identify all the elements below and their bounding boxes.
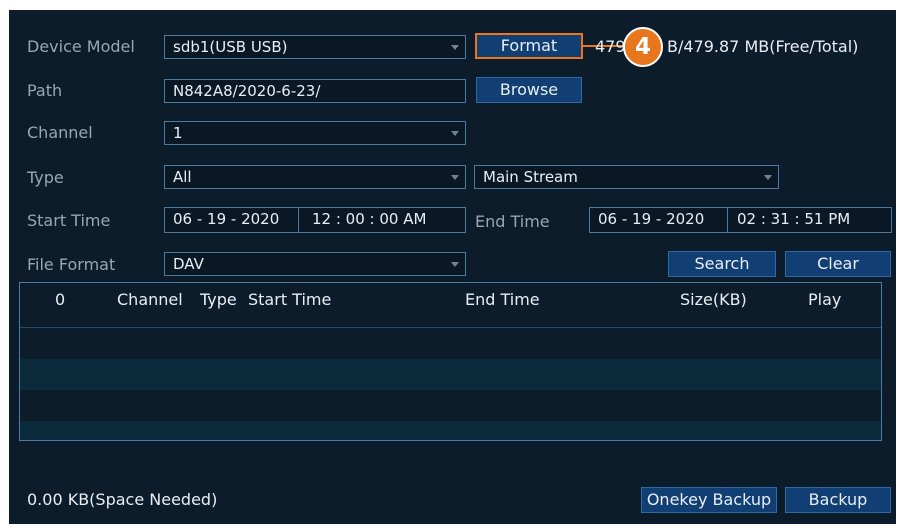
column-header-index[interactable]: 0	[55, 289, 65, 311]
channel-value: 1	[173, 124, 183, 142]
column-header-type: Type	[200, 290, 237, 309]
column-header-size: Size(KB)	[680, 290, 747, 309]
device-model-label: Device Model	[27, 37, 135, 56]
start-clock-value: 12 : 00 : 00 AM	[312, 210, 427, 228]
onekey-backup-button[interactable]: Onekey Backup	[641, 487, 777, 513]
table-row[interactable]	[20, 390, 881, 421]
format-button[interactable]: Format	[475, 33, 583, 59]
end-time-label: End Time	[475, 212, 550, 231]
chevron-down-icon	[764, 175, 772, 180]
start-time-label: Start Time	[27, 211, 111, 230]
device-model-select[interactable]: sdb1(USB USB)	[164, 35, 466, 59]
step-callout-badge: 4	[623, 27, 663, 67]
backup-button[interactable]: Backup	[785, 487, 891, 513]
stream-select[interactable]: Main Stream	[474, 165, 779, 189]
table-row[interactable]	[20, 421, 881, 440]
column-header-play: Play	[808, 290, 842, 309]
clear-button[interactable]: Clear	[785, 251, 891, 277]
field-divider	[727, 207, 728, 233]
column-header-channel: Channel	[117, 290, 183, 309]
results-table: 0 Channel Type Start Time End Time Size(…	[19, 282, 882, 441]
stream-value: Main Stream	[483, 168, 578, 186]
channel-select[interactable]: 1	[164, 121, 466, 145]
type-value: All	[173, 168, 192, 186]
file-format-select[interactable]: DAV	[164, 252, 466, 276]
device-model-value: sdb1(USB USB)	[173, 38, 288, 56]
chevron-down-icon	[451, 45, 459, 50]
table-row[interactable]	[20, 328, 881, 359]
channel-label: Channel	[27, 123, 93, 142]
search-button[interactable]: Search	[668, 251, 776, 277]
type-select[interactable]: All	[164, 165, 466, 189]
column-header-end-time: End Time	[465, 290, 540, 309]
chevron-down-icon	[451, 175, 459, 180]
file-format-label: File Format	[27, 255, 116, 274]
capacity-text: B/479.87 MB(Free/Total)	[667, 37, 859, 56]
chevron-down-icon	[451, 262, 459, 267]
table-row[interactable]	[20, 359, 881, 390]
browse-button[interactable]: Browse	[476, 77, 582, 103]
field-divider	[298, 207, 299, 233]
table-header: 0 Channel Type Start Time End Time Size(…	[20, 283, 881, 328]
end-date-value: 06 - 19 - 2020	[598, 210, 705, 228]
file-format-value: DAV	[173, 255, 204, 273]
chevron-down-icon	[451, 131, 459, 136]
end-time-input[interactable]: 06 - 19 - 2020 02 : 31 : 51 PM	[589, 207, 892, 233]
start-time-input[interactable]: 06 - 19 - 2020 12 : 00 : 00 AM	[164, 207, 466, 233]
start-date-value: 06 - 19 - 2020	[173, 210, 280, 228]
column-header-start-time: Start Time	[248, 290, 332, 309]
path-label: Path	[27, 81, 63, 100]
path-input[interactable]: N842A8/2020-6-23/	[164, 79, 466, 103]
space-needed-text: 0.00 KB(Space Needed)	[27, 490, 218, 509]
type-label: Type	[27, 168, 64, 187]
end-clock-value: 02 : 31 : 51 PM	[737, 210, 851, 228]
